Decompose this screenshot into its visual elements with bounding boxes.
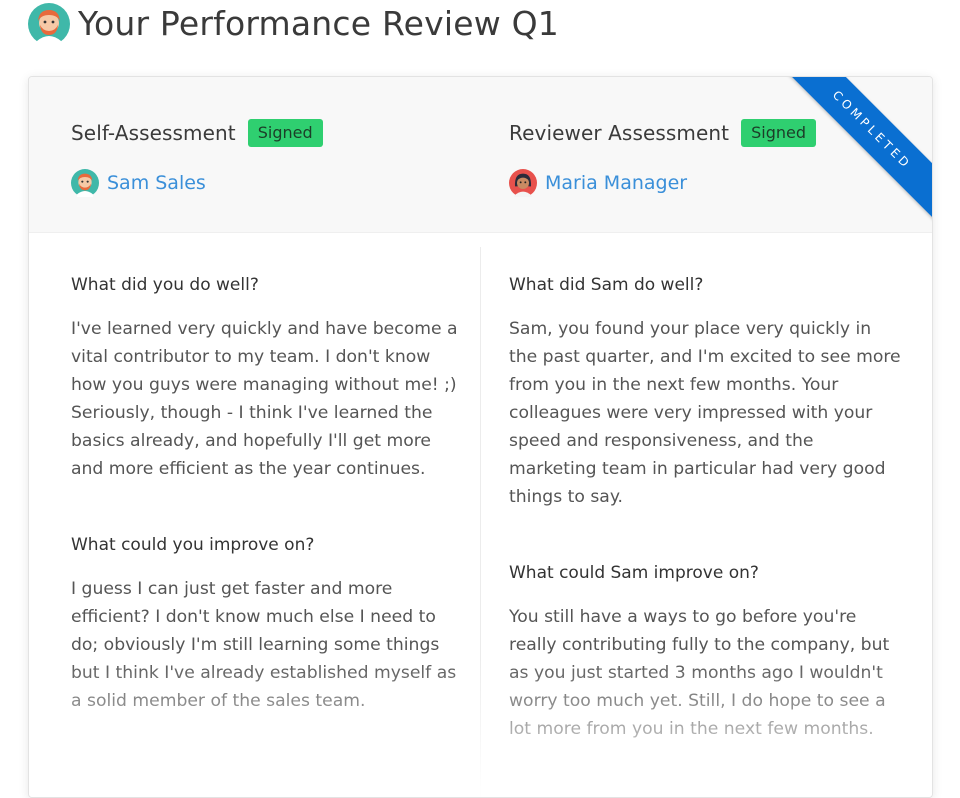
completed-ribbon-wrap: COMPLETED bbox=[772, 77, 932, 237]
page-title: Your Performance Review Q1 bbox=[78, 4, 559, 43]
sam-avatar-icon bbox=[71, 169, 99, 197]
self-assessment-status-badge: Signed bbox=[247, 119, 323, 147]
reviewer-answer-1: Sam, you found your place very quickly i… bbox=[509, 319, 901, 507]
self-answer-2: I guess I can just get faster and more e… bbox=[71, 579, 457, 711]
card-header: Self-Assessment Signed Sam Sales Reviewe… bbox=[29, 77, 932, 233]
page-header: Your Performance Review Q1 bbox=[28, 2, 559, 46]
reviewer-question-2: What could Sam improve on? bbox=[509, 563, 759, 583]
column-divider bbox=[480, 247, 481, 797]
reviewer-question-1: What did Sam do well? bbox=[509, 275, 704, 295]
reviewer-assessment-title: Reviewer Assessment bbox=[509, 121, 730, 145]
self-assessment-body: What did you do well? I've learned very … bbox=[71, 273, 463, 715]
self-question-1: What did you do well? bbox=[71, 275, 259, 295]
reviewer-assessment-status-badge: Signed bbox=[741, 119, 817, 147]
review-card: Self-Assessment Signed Sam Sales Reviewe… bbox=[28, 76, 933, 798]
self-assessment-person-link[interactable]: Sam Sales bbox=[107, 172, 206, 194]
self-answer-1: I've learned very quickly and have becom… bbox=[71, 319, 458, 479]
reviewer-assessment-person-link[interactable]: Maria Manager bbox=[545, 172, 687, 194]
reviewer-assessment-body: What did Sam do well? Sam, you found you… bbox=[509, 273, 901, 743]
sam-avatar-icon bbox=[28, 3, 70, 45]
completed-ribbon: COMPLETED bbox=[773, 77, 932, 229]
self-question-2: What could you improve on? bbox=[71, 535, 315, 555]
reviewer-answer-2: You still have a ways to go before you'r… bbox=[509, 607, 890, 739]
maria-avatar-icon bbox=[509, 169, 537, 197]
self-assessment-title: Self-Assessment bbox=[71, 121, 236, 145]
